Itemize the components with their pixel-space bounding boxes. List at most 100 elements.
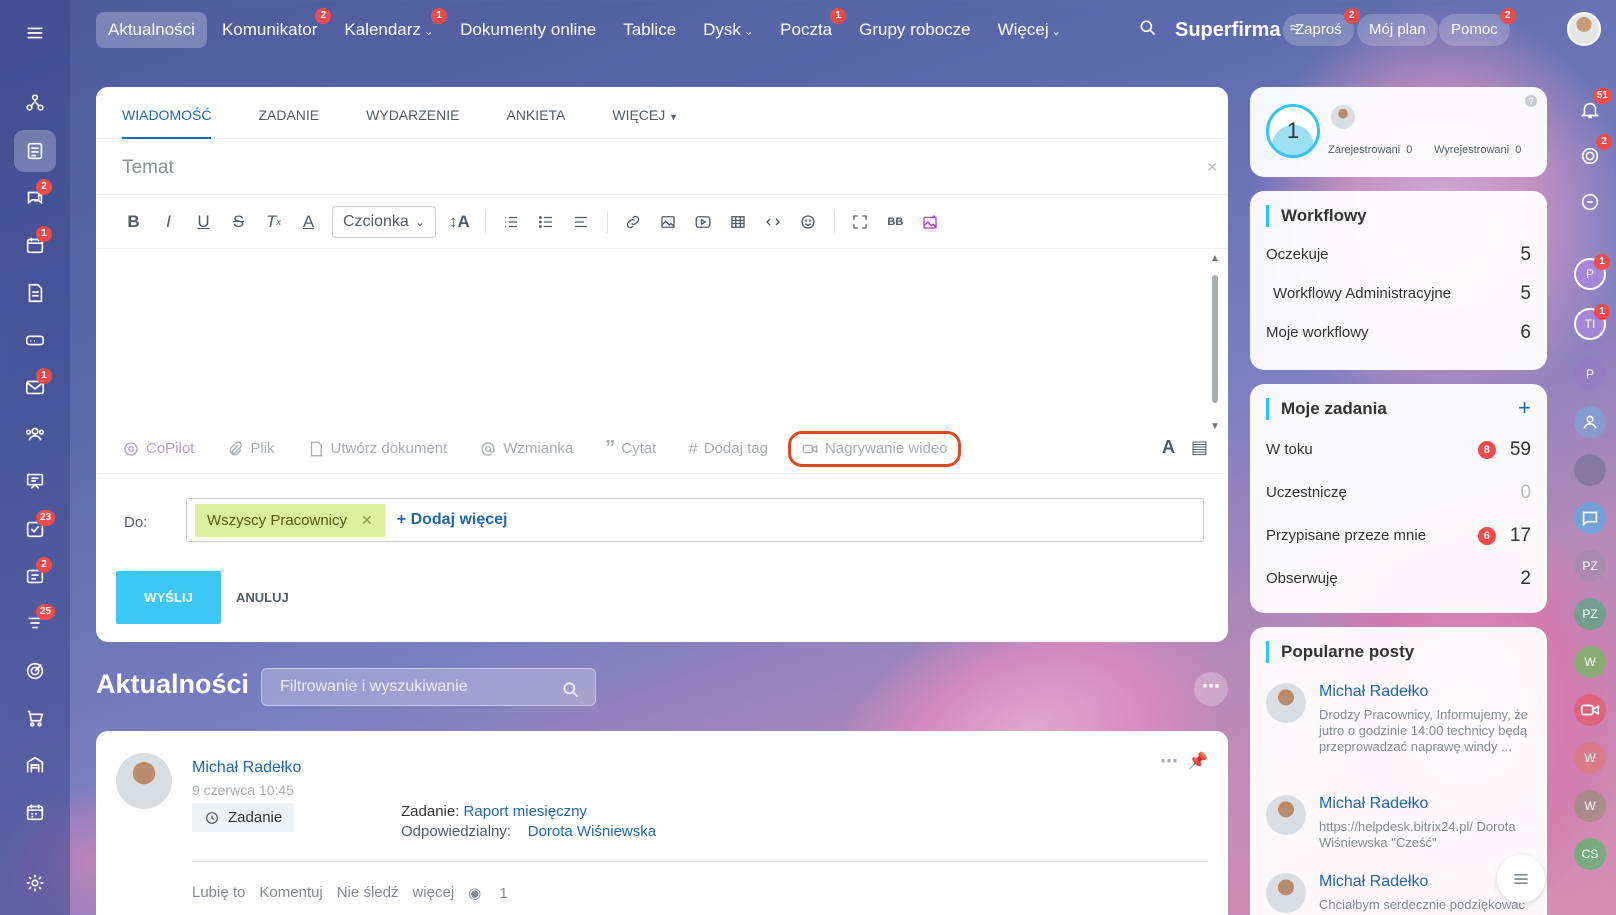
presentation-icon[interactable] — [14, 460, 56, 502]
strikethrough-icon[interactable]: S — [221, 207, 256, 237]
editor-scrollbar[interactable]: ▲ ▼ — [1210, 253, 1220, 432]
chat-icon[interactable]: 2 — [14, 177, 56, 219]
post-author[interactable]: Michał Radełko — [192, 759, 301, 777]
search-chat-icon[interactable] — [1574, 186, 1606, 218]
crm-icon[interactable]: 2 — [14, 555, 56, 597]
tab-message[interactable]: WIADOMOŚĆ — [122, 87, 212, 139]
chat-avatar[interactable]: W — [1574, 790, 1606, 822]
feed-filter-input[interactable]: Filtrowanie i wyszukiwanie — [261, 668, 596, 706]
remove-recipient-icon[interactable]: ✕ — [361, 512, 373, 529]
video-call-icon[interactable] — [1574, 694, 1606, 726]
sitemap-icon[interactable] — [14, 82, 56, 124]
chat-avatar[interactable]: PZ — [1574, 598, 1606, 630]
pulse-icon[interactable]: 2 — [1574, 134, 1612, 172]
widget-menu-button[interactable] — [1497, 855, 1545, 903]
search-icon[interactable] — [561, 678, 581, 714]
table-icon[interactable] — [721, 207, 756, 237]
nav-item-calendar[interactable]: Kalendarz ⌄ 1 — [332, 8, 448, 48]
cancel-button[interactable]: ANULUJ — [236, 590, 289, 605]
invite-button[interactable]: Zaproś 2 — [1283, 8, 1360, 46]
menu-icon[interactable] — [14, 12, 56, 54]
task-row[interactable]: W toku 8 59 — [1250, 428, 1547, 471]
copilot-button[interactable]: CoPilot — [122, 440, 194, 458]
mail-icon[interactable]: 1 — [14, 366, 56, 408]
add-tag-button[interactable]: # Dodaj tag — [688, 439, 768, 459]
list-item[interactable]: Michał Radełko Chciałbym serdecznie podz… — [1266, 873, 1536, 915]
video-icon[interactable] — [686, 207, 721, 237]
chat-avatar[interactable]: W — [1574, 742, 1606, 774]
document-icon[interactable] — [14, 272, 56, 314]
bell-icon[interactable]: 51 — [1574, 88, 1612, 126]
workday-counter[interactable]: 1 — [1266, 104, 1320, 158]
avatar[interactable] — [1266, 873, 1306, 913]
subject-input[interactable]: Temat ✕ — [96, 139, 1228, 195]
chat-avatar[interactable]: PZ — [1574, 550, 1606, 582]
nav-item-news[interactable]: Aktualności — [96, 12, 207, 48]
tab-poll[interactable]: ANKIETA — [506, 87, 565, 138]
popular-post-author[interactable]: Michał Radełko — [1319, 795, 1428, 813]
nav-item-messenger[interactable]: Komunikator 2 — [210, 8, 332, 48]
video-recording-button[interactable]: Nagrywanie wideo — [787, 430, 961, 467]
nav-item-more[interactable]: Więcej ⌄ — [986, 12, 1073, 48]
clear-format-icon[interactable]: Tx — [256, 207, 291, 237]
add-more-recipients-link[interactable]: + Dodaj więcej — [397, 511, 508, 529]
workflow-row[interactable]: Oczekuje 5 — [1250, 235, 1547, 274]
post-menu-icon[interactable]: ⋯ — [1160, 751, 1178, 772]
chat-avatar[interactable]: TI 1 — [1574, 304, 1610, 340]
avatar[interactable] — [1266, 683, 1306, 723]
user-avatar[interactable] — [1567, 12, 1601, 46]
calendar-icon[interactable]: 1 — [14, 224, 56, 266]
help-button[interactable]: Pomoc 2 — [1439, 8, 1516, 46]
bullet-list-icon[interactable] — [529, 207, 564, 237]
drive-icon[interactable] — [14, 319, 56, 361]
popular-post-text[interactable]: https://helpdesk.bitrix24.pl/ Dorota Wiś… — [1319, 819, 1529, 851]
text-color-icon[interactable]: A — [291, 207, 326, 237]
attach-file-button[interactable]: Plik — [226, 440, 275, 458]
avatar[interactable] — [1266, 795, 1306, 835]
workflow-row[interactable]: Moje workflowy 6 — [1250, 313, 1547, 352]
bold-icon[interactable]: B — [116, 207, 151, 237]
emoji-icon[interactable] — [791, 207, 826, 237]
unfollow-link[interactable]: Nie śledź — [337, 884, 399, 902]
close-icon[interactable]: ✕ — [1206, 159, 1218, 176]
chat-avatar[interactable]: P1 — [1574, 254, 1610, 290]
post-date[interactable]: 9 czerwca 10:45 — [192, 782, 294, 798]
tab-more[interactable]: WIĘCEJ ▼ — [612, 87, 678, 138]
font-size-icon[interactable]: ↕A — [442, 207, 477, 237]
popular-post-author[interactable]: Michał Radełko — [1319, 873, 1428, 891]
my-plan-button[interactable]: Mój plan — [1357, 14, 1438, 46]
quote-button[interactable]: ” Cytat — [605, 437, 656, 460]
responsible-link[interactable]: Dorota Wiśniewska — [528, 823, 656, 840]
code-icon[interactable] — [756, 207, 791, 237]
help-icon[interactable]: ? — [1525, 95, 1537, 107]
numbered-list-icon[interactable] — [494, 207, 529, 237]
task-row[interactable]: Przypisane przeze mnie 6 17 — [1250, 514, 1547, 557]
tab-event[interactable]: WYDARZENIE — [366, 87, 459, 138]
image-icon[interactable] — [651, 207, 686, 237]
pin-icon[interactable]: 📌 — [1188, 751, 1208, 771]
more-options-icon[interactable]: ⋯ — [1194, 672, 1228, 706]
search-icon[interactable] — [1138, 18, 1158, 43]
recipient-chip[interactable]: Wszyscy Pracownicy ✕ — [195, 503, 385, 537]
more-link[interactable]: więcej — [412, 884, 454, 902]
group-chat-icon[interactable] — [1574, 406, 1606, 438]
task-row[interactable]: Uczestniczę 0 — [1250, 471, 1547, 514]
comment-link[interactable]: Komentuj — [259, 884, 322, 902]
nav-item-drive[interactable]: Dysk ⌄ — [691, 12, 765, 48]
font-select[interactable]: Czcionka ⌄ — [332, 205, 436, 238]
recipients-field[interactable]: Wszyscy Pracownicy ✕ + Dodaj więcej — [186, 498, 1204, 542]
tasks-icon[interactable]: 23 — [14, 508, 56, 550]
nav-item-boards[interactable]: Tablice — [611, 12, 688, 48]
avatar[interactable] — [116, 753, 172, 809]
workflow-row[interactable]: Workflowy Administracyjne 5 — [1250, 274, 1547, 313]
popular-post-text[interactable]: Drodzy Pracownicy, Informujemy, że jutro… — [1319, 707, 1529, 755]
tab-task[interactable]: ZADANIE — [258, 87, 319, 138]
popular-post-author[interactable]: Michał Radełko — [1319, 683, 1428, 701]
chat-avatar[interactable]: P — [1574, 358, 1606, 390]
text-format-icon[interactable]: A — [1162, 437, 1175, 458]
like-link[interactable]: Lubię to — [192, 884, 245, 902]
underline-icon[interactable]: U — [186, 207, 221, 237]
task-row[interactable]: Obserwuję 2 — [1250, 557, 1547, 600]
cart-icon[interactable] — [14, 697, 56, 739]
warehouse-icon[interactable] — [14, 744, 56, 786]
